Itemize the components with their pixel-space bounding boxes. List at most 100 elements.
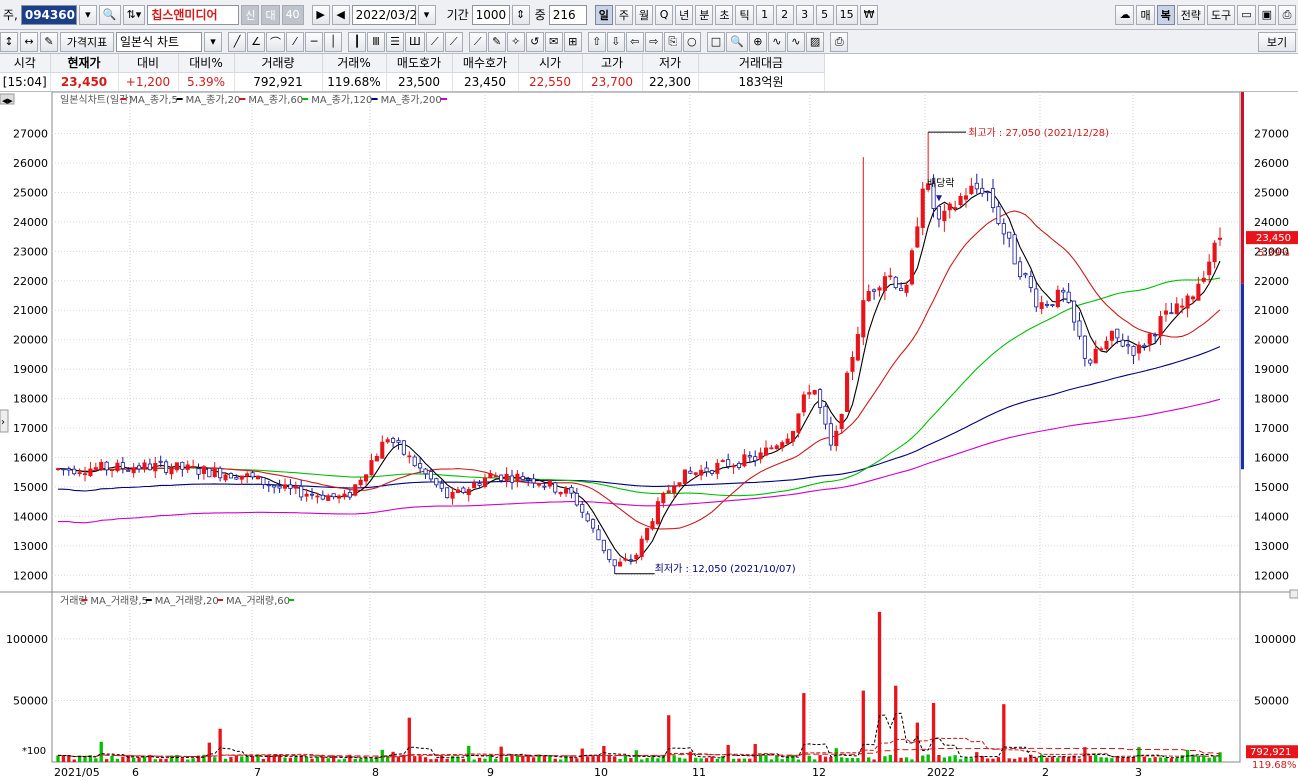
draw-tool-23-icon[interactable]: ○ [682,31,701,52]
draw-tool-18-icon[interactable]: ⇧ [587,31,606,52]
draw-tool-9-icon[interactable]: Ш [405,31,425,52]
candle-body [126,469,131,472]
price-tick-left-11: 23000 [13,245,48,258]
timeframe-4[interactable]: 년 [675,4,694,25]
volume-bar [494,759,498,762]
tools-button[interactable]: 도구 [1206,4,1236,25]
draw-tool-12-icon[interactable]: ⟋ [468,31,487,52]
draw-tool-17-icon[interactable]: ⊞ [563,31,582,52]
vol-tick-right-0: 50000 [1254,694,1289,707]
timeframe-1[interactable]: 주 [614,4,633,25]
timeframe-2[interactable]: 월 [634,4,654,25]
stock-code-input[interactable]: 094360 [20,4,77,25]
draw-tool-11-icon[interactable]: ⟋ [444,31,463,52]
draw-tool-22-icon[interactable]: ⎘ [663,31,682,52]
date-input[interactable]: 2022/03/25 [351,4,425,25]
draw-tool-25-icon[interactable]: 🔍 [726,31,748,52]
view-button[interactable]: 보기 [1258,31,1296,52]
left-right-arrows-icon[interactable]: ↔ [20,31,38,52]
candle-body [774,445,779,449]
volume-bar [542,755,547,762]
draw-tool-16-icon[interactable]: ✉ [544,31,563,52]
candle-body [282,484,288,489]
play-left-icon[interactable]: ◀ [331,4,350,25]
candle-body [904,284,909,293]
multi-button[interactable]: 복 [1156,4,1175,25]
draw-tool-28-icon[interactable]: ∿ [786,31,805,52]
draw-tool-26-icon[interactable]: ⊕ [748,31,767,52]
draw-tool-10-icon[interactable]: ⟋ [425,31,444,52]
indicator-button[interactable]: 가격지표 [60,31,114,52]
candle-body [320,494,325,500]
cloud-icon[interactable]: ☁ [1115,4,1135,25]
volume-bar [802,693,806,762]
timeframe-5[interactable]: 분 [695,4,714,25]
draw-tool-14-icon[interactable]: ✧ [506,31,525,52]
draw-tool-20-icon[interactable]: ⇦ [625,31,644,52]
volume-bar [996,757,1001,762]
chart-type-select[interactable]: 일본식 차트 [116,31,202,52]
candle-body [142,462,147,470]
volume-bar [915,722,919,762]
candle-body [780,442,785,449]
stepper-icon[interactable]: ⇕ [511,4,530,25]
timeframe-11[interactable]: 5 [815,4,834,25]
draw-tool-21-icon[interactable]: ⇨ [644,31,663,52]
draw-tool-8-icon[interactable]: ☰ [386,31,404,52]
period-input[interactable]: 1000 [471,4,510,25]
chevron-down-icon[interactable]: ▾ [78,4,97,25]
draw-tool-24-icon[interactable]: □ [706,31,726,52]
timeframe-3[interactable]: Q [655,4,674,25]
volume-bar [67,755,71,762]
quote-header-7: 매수호가 [452,54,519,73]
timeframe-13[interactable]: ₩ [859,4,879,25]
sell-button[interactable]: 매 [1136,4,1155,25]
stock-chart[interactable]: ◀▶ 일본식차트(일간) MA_종가,5 MA_종가,20 MA_종가,60 MA_종가,… [0,91,1298,779]
up-down-arrows-icon[interactable]: ↕ [0,31,18,52]
draw-tool-3-icon[interactable]: ⁄ [286,31,304,52]
search-icon[interactable]: 🔍 [98,4,121,25]
draw-tool-19-icon[interactable]: ⇩ [606,31,625,52]
draw-tool-30-icon[interactable]: ⎙ [830,31,849,52]
x-label-2: 7 [254,766,261,778]
volume-bar [602,745,606,762]
timeframe-0[interactable]: 일 [594,4,613,25]
draw-tool-13-icon[interactable]: ✎ [487,31,506,52]
draw-tool-0-icon[interactable]: ╱ [228,31,246,52]
timeframe-12[interactable]: 15 [835,4,858,25]
play-right-icon[interactable]: ▶ [311,4,330,25]
timeframe-6[interactable]: 초 [715,4,734,25]
draw-tool-1-icon[interactable]: ∠ [247,31,265,52]
sort-icon[interactable]: ⇅▾ [122,4,146,25]
draw-tool-29-icon[interactable]: ▨ [805,31,825,52]
draw-tool-15-icon[interactable]: ↺ [525,31,544,52]
draw-tool-6-icon[interactable]: ┃ [348,31,366,52]
date-dropdown[interactable]: ▾ [417,4,436,25]
volume-bar [483,758,487,762]
price-tick-right-8: 20000 [1254,334,1289,347]
chevron-down-icon[interactable]: ▾ [204,31,222,52]
volume-bar [640,759,644,762]
price-pane-frame [51,91,1241,593]
folder-icon[interactable]: ▭ [1237,4,1256,25]
draw-tool-27-icon[interactable]: ∿ [767,31,786,52]
vol-legend-swatch-1 [145,599,152,601]
draw-tool-7-icon[interactable]: Ⅲ [367,31,385,52]
volume-bar [894,685,898,762]
draw-tool-5-icon[interactable]: │ [324,31,342,52]
timeframe-7[interactable]: 틱 [735,4,754,25]
volume-bar [418,756,422,762]
draw-tool-2-icon[interactable]: ⌒ [266,31,285,52]
strategy-button[interactable]: 전략 [1176,4,1205,25]
timeframe-10[interactable]: 3 [795,4,814,25]
candle-body [704,467,709,473]
timeframe-8[interactable]: 1 [755,4,774,25]
timeframe-9[interactable]: 2 [775,4,794,25]
save-icon[interactable]: ▣ [1257,4,1276,25]
draw-tool-4-icon[interactable]: ─ [305,31,323,52]
mid-input[interactable]: 216 [548,4,587,25]
volume-bar [813,759,817,762]
candle-body [66,468,71,471]
edit-icon[interactable]: ✎ [40,31,58,52]
print-icon[interactable]: ⎙ [1278,4,1296,25]
